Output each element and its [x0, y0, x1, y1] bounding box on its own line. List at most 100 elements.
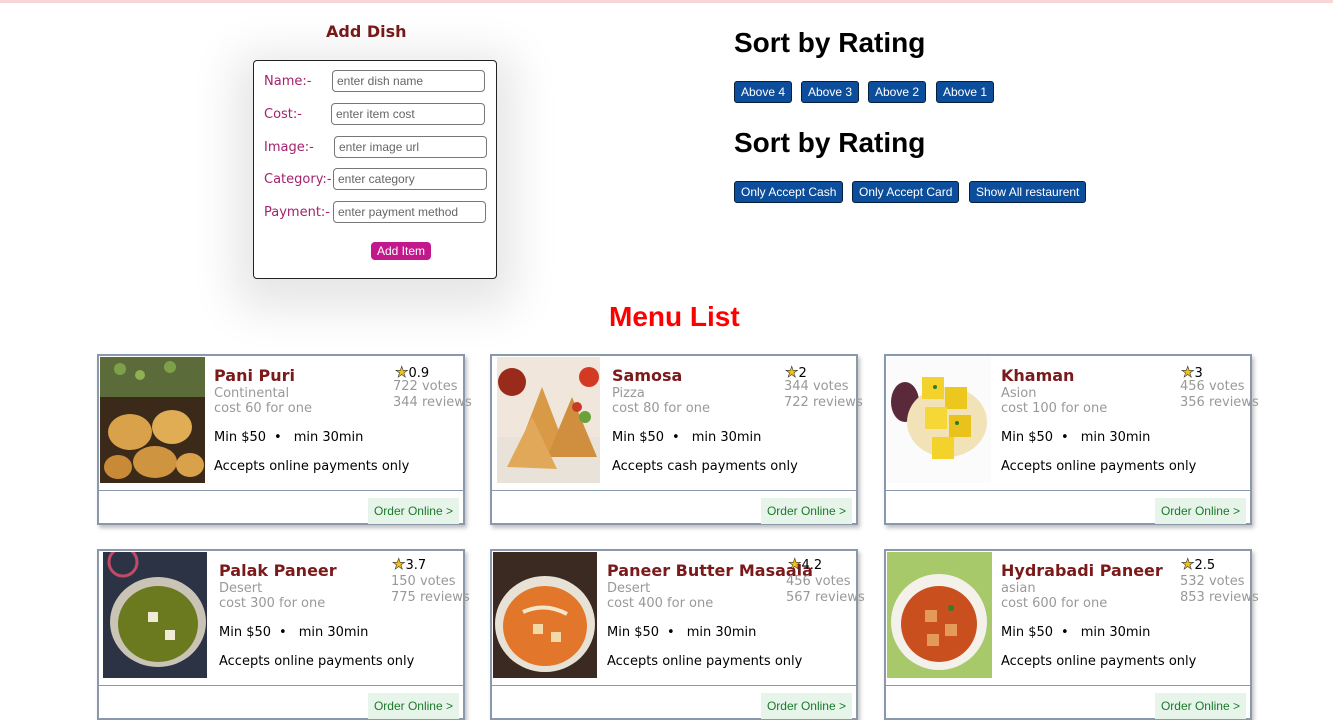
dish-card-palak-paneer: Palak Paneer Desert cost 300 for one ★3.…	[97, 549, 470, 720]
dish-card-hydrabadi-paneer: Hydrabadi Paneer asian cost 600 for one …	[884, 549, 1259, 720]
dish-reviews: 853 reviews	[1180, 590, 1259, 605]
menu-list-title: Menu List	[609, 301, 740, 332]
order-online-button[interactable]: Order Online >	[760, 693, 852, 719]
dish-image	[497, 357, 600, 483]
min-time: min 30min	[691, 430, 762, 445]
dish-card-pani-puri: Pani Puri Continental cost 60 for one ★0…	[97, 354, 472, 525]
dish-cost: cost 60 for one	[214, 401, 312, 416]
only-cash-button[interactable]: Only Accept Cash	[734, 181, 844, 203]
name-row: Name:-	[264, 70, 494, 94]
order-online-button[interactable]: Order Online >	[760, 498, 852, 524]
above-4-button[interactable]: Above 4	[734, 81, 793, 103]
dish-cost: cost 300 for one	[219, 596, 326, 611]
dish-payment: Accepts cash payments only	[612, 459, 798, 474]
dish-image	[103, 552, 207, 678]
add-dish-form: Name:- Cost:- Image:- Category:- Payment…	[253, 60, 497, 279]
dish-name: Pani Puri	[214, 366, 296, 385]
dish-category: Desert	[219, 581, 263, 596]
cost-input[interactable]	[331, 103, 485, 125]
min-time: min 30min	[298, 625, 369, 640]
category-input[interactable]	[333, 168, 487, 190]
card-divider	[886, 490, 1250, 491]
card-divider	[886, 685, 1250, 686]
min-price: Min $50	[219, 625, 272, 640]
bullet-icon: •	[1061, 430, 1069, 445]
dish-category: Pizza	[612, 386, 645, 401]
card-divider	[99, 490, 463, 491]
dish-rating: ★3.7	[392, 555, 427, 574]
dish-image	[887, 357, 991, 483]
cost-label: Cost:-	[264, 107, 302, 122]
dish-reviews: 722 reviews	[784, 395, 863, 410]
dish-cost: cost 400 for one	[607, 596, 714, 611]
dish-category: Continental	[214, 386, 290, 401]
above-2-button[interactable]: Above 2	[868, 81, 927, 103]
only-card-button[interactable]: Only Accept Card	[852, 181, 960, 203]
sort-payment-title: Sort by Rating	[734, 127, 926, 158]
dish-rating: ★2.5	[1181, 555, 1216, 574]
dish-reviews: 775 reviews	[391, 590, 470, 605]
min-time: min 30min	[293, 430, 364, 445]
above-1-button[interactable]: Above 1	[936, 81, 995, 103]
show-all-button[interactable]: Show All restaurent	[969, 181, 1087, 203]
rating-value: 3.7	[405, 558, 427, 573]
min-price: Min $50	[1001, 430, 1054, 445]
payment-label: Payment:-	[264, 205, 330, 220]
dish-reviews: 567 reviews	[786, 590, 865, 605]
dish-reviews: 356 reviews	[1180, 395, 1259, 410]
dish-cost: cost 600 for one	[1001, 596, 1108, 611]
dish-cost: cost 80 for one	[612, 401, 710, 416]
dish-min-info: Min $50 • min 30min	[607, 625, 756, 640]
card-divider	[492, 490, 856, 491]
dish-name: Palak Paneer	[219, 561, 337, 580]
dish-min-info: Min $50 • min 30min	[612, 430, 761, 445]
min-price: Min $50	[612, 430, 665, 445]
image-url-input[interactable]	[334, 136, 487, 158]
dish-cost: cost 100 for one	[1001, 401, 1108, 416]
rating-value: 4.2	[801, 558, 823, 573]
bullet-icon: •	[279, 625, 287, 640]
payment-row: Payment:-	[264, 201, 494, 225]
dish-payment: Accepts online payments only	[214, 459, 410, 474]
order-online-button[interactable]: Order Online >	[367, 498, 459, 524]
dish-image	[100, 357, 205, 483]
dish-category: asian	[1001, 581, 1036, 596]
dish-card-paneer-butter-masaala: Paneer Butter Masaala Desert cost 400 fo…	[490, 549, 865, 720]
order-online-button[interactable]: Order Online >	[367, 693, 459, 719]
dish-name: Samosa	[612, 366, 683, 385]
category-row: Category:-	[264, 168, 494, 192]
dish-min-info: Min $50 • min 30min	[1001, 430, 1150, 445]
image-row: Image:-	[264, 136, 494, 160]
dish-rating: ★4.2	[788, 555, 823, 574]
dish-name: Khaman	[1001, 366, 1075, 385]
bullet-icon: •	[667, 625, 675, 640]
dish-votes: 150 votes	[391, 574, 456, 589]
rating-value: 2.5	[1194, 558, 1216, 573]
card-divider	[99, 685, 463, 686]
min-price: Min $50	[214, 430, 267, 445]
category-label: Category:-	[264, 172, 332, 187]
top-border	[0, 0, 1333, 3]
dish-name: Paneer Butter Masaala	[607, 561, 813, 580]
dish-votes: 456 votes	[1180, 379, 1245, 394]
cost-row: Cost:-	[264, 103, 494, 127]
dish-payment: Accepts online payments only	[1001, 654, 1197, 669]
add-item-button[interactable]: Add Item	[371, 242, 432, 260]
dish-min-info: Min $50 • min 30min	[219, 625, 368, 640]
dish-min-info: Min $50 • min 30min	[214, 430, 363, 445]
above-3-button[interactable]: Above 3	[801, 81, 860, 103]
order-online-button[interactable]: Order Online >	[1154, 693, 1246, 719]
order-online-button[interactable]: Order Online >	[1154, 498, 1246, 524]
dish-votes: 456 votes	[786, 574, 851, 589]
payment-method-input[interactable]	[333, 201, 486, 223]
dish-votes: 532 votes	[1180, 574, 1245, 589]
bullet-icon: •	[1061, 625, 1069, 640]
bullet-icon: •	[274, 430, 282, 445]
dish-name-input[interactable]	[332, 70, 485, 92]
dish-category: Desert	[607, 581, 651, 596]
dish-min-info: Min $50 • min 30min	[1001, 625, 1150, 640]
add-dish-title: Add Dish	[326, 22, 407, 41]
dish-image	[887, 552, 992, 678]
star-icon: ★	[788, 555, 802, 574]
dish-reviews: 344 reviews	[393, 395, 472, 410]
